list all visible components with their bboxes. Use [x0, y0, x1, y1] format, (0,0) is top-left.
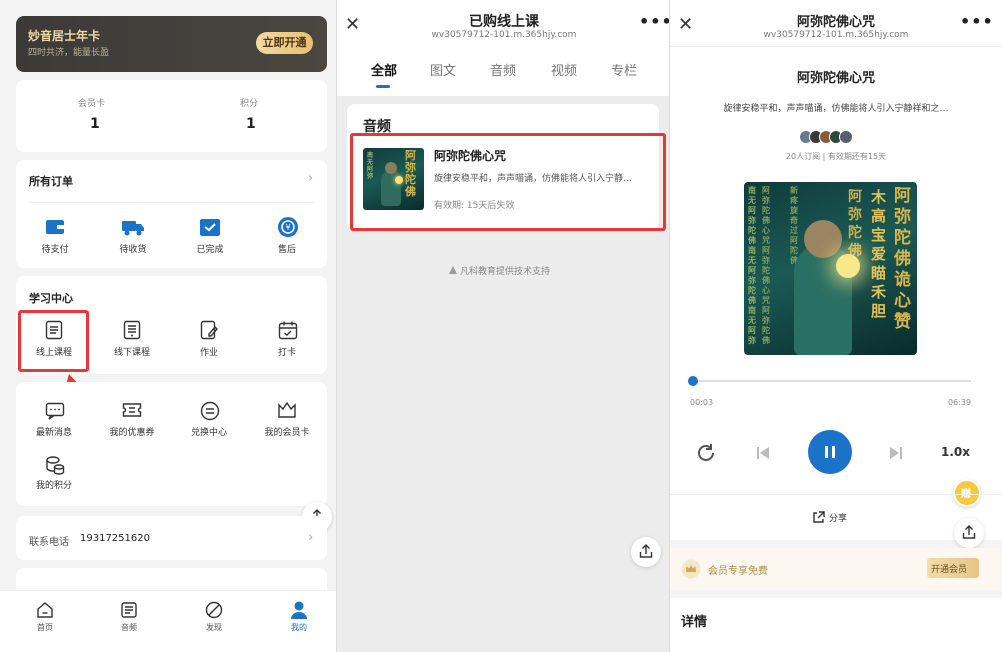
tool-messages[interactable]: 最新消息	[19, 425, 89, 438]
profile-icon[interactable]	[290, 600, 308, 620]
tool-points[interactable]: 我的积分	[19, 478, 89, 491]
message-icon[interactable]	[45, 402, 65, 420]
order-pending-payment[interactable]: 待支付	[20, 242, 90, 255]
share-icon[interactable]	[813, 511, 825, 523]
page-title: 已购线上课	[469, 14, 539, 30]
svg-text:¥: ¥	[285, 223, 290, 232]
share-button[interactable]: 分享	[829, 511, 847, 524]
tool-exchange[interactable]: 兑换中心	[174, 425, 244, 438]
previous-track-icon[interactable]	[755, 445, 771, 461]
order-pending-delivery[interactable]: 待收货	[98, 242, 168, 255]
progress-handle[interactable]	[687, 376, 698, 386]
brand-logo-icon	[449, 266, 457, 274]
learning-checkin[interactable]: 打卡	[252, 345, 322, 358]
track-description: 旋律安稳平和，声声喵诵，仿佛能将人引入宁静祥和之…	[723, 104, 949, 114]
tab-home[interactable]: 首页	[25, 622, 65, 633]
next-track-icon[interactable]	[888, 445, 904, 461]
contact-label: 联系电话	[29, 537, 69, 548]
page-url: wv30579712-101.m.365hjy.com	[763, 30, 909, 40]
tab-audio[interactable]: 音频	[109, 622, 149, 633]
share-upload-icon[interactable]	[961, 524, 977, 540]
stats-card	[16, 80, 327, 152]
tab-audio[interactable]: 音频	[490, 60, 516, 79]
tech-support-footer: 凡科教育提供技术支持	[460, 267, 551, 277]
bottom-tab-bar	[0, 590, 336, 652]
time-current: 00:03	[690, 398, 714, 407]
divider	[29, 202, 314, 203]
member-center-panel: 妙音居士年卡 四时共济，能量长盈 立即开通 会员卡 1 积分 1 所有订单 › …	[0, 0, 336, 652]
member-card-crown-icon[interactable]	[277, 401, 297, 419]
more-icon[interactable]: •••	[639, 12, 669, 31]
coupon-icon[interactable]	[122, 402, 142, 418]
orders-title[interactable]: 所有订单	[29, 173, 73, 189]
highlight-box	[18, 310, 89, 372]
learning-homework[interactable]: 作业	[174, 345, 244, 358]
offline-course-icon[interactable]	[123, 320, 141, 340]
chevron-right-icon[interactable]: ›	[308, 171, 313, 186]
tab-discover[interactable]: 发现	[194, 622, 234, 633]
divider	[670, 494, 1002, 495]
replay-icon[interactable]	[695, 442, 717, 464]
checkin-calendar-icon[interactable]	[278, 320, 298, 340]
order-after-sale[interactable]: 售后	[252, 242, 322, 255]
chevron-right-icon[interactable]: ›	[308, 530, 313, 545]
completed-box-icon[interactable]	[199, 217, 221, 237]
vip-open-button[interactable]: 立即开通	[256, 32, 313, 54]
homework-icon[interactable]	[200, 320, 218, 340]
stat-value-points[interactable]: 1	[246, 116, 256, 132]
order-completed[interactable]: 已完成	[175, 242, 245, 255]
tool-coupons[interactable]: 我的优惠券	[97, 425, 167, 438]
speed-button[interactable]: 1.0x	[941, 445, 970, 459]
vip-card-title: 妙音居士年卡	[28, 29, 101, 43]
page-title: 阿弥陀佛心咒	[796, 15, 875, 30]
track-cover: 阿弥陀佛诡心赞 木高宝爱瞄禾胆 阿弥陀佛 南无阿弥陀佛南无阿弥陀佛南无阿弥 阿弥…	[744, 182, 917, 355]
subscriber-avatars	[799, 130, 861, 144]
details-title: 详情	[681, 615, 708, 630]
crown-icon	[681, 559, 701, 579]
learning-center-title: 学习中心	[29, 292, 73, 305]
tab-column[interactable]: 专栏	[611, 60, 637, 79]
tab-graphic[interactable]: 图文	[430, 60, 456, 79]
contact-phone[interactable]: 19317251620	[80, 533, 150, 544]
vip-card-subtitle: 四时共济，能量长盈	[28, 48, 110, 58]
time-total: 06:39	[948, 398, 972, 407]
tool-member-card[interactable]: 我的会员卡	[252, 425, 322, 438]
track-title: 阿弥陀佛心咒	[796, 71, 875, 86]
tab-all[interactable]: 全部	[371, 60, 397, 79]
tab-video[interactable]: 视频	[551, 60, 577, 79]
earn-badge-label[interactable]: 赚	[961, 485, 971, 500]
divider	[670, 46, 1002, 47]
after-sale-icon[interactable]: ¥	[277, 216, 299, 238]
audio-player-panel: ✕ 阿弥陀佛心咒 wv30579712-101.m.365hjy.com •••…	[670, 0, 1002, 652]
truck-icon[interactable]	[121, 217, 145, 237]
stat-label-membercard: 会员卡	[78, 99, 106, 109]
highlight-box	[350, 133, 666, 231]
more-icon[interactable]: •••	[960, 12, 994, 31]
home-icon[interactable]	[36, 601, 54, 619]
open-member-label[interactable]: 开通会员	[931, 562, 967, 575]
exchange-icon[interactable]	[200, 401, 220, 421]
purchased-courses-panel: ✕ 已购线上课 wv30579712-101.m.365hjy.com ••• …	[336, 0, 670, 652]
wallet-icon[interactable]	[45, 217, 65, 237]
progress-track[interactable]	[690, 380, 971, 382]
stat-value-membercard[interactable]: 1	[90, 116, 100, 132]
discover-icon[interactable]	[205, 601, 223, 619]
details-section	[670, 598, 1002, 652]
track-meta: 20人订阅 | 有效期还有15天	[785, 152, 887, 161]
share-upload-icon[interactable]	[638, 543, 654, 559]
points-coins-icon[interactable]	[45, 455, 65, 475]
active-tab-indicator	[376, 85, 390, 88]
stat-label-points: 积分	[240, 99, 259, 109]
page-url: wv30579712-101.m.365hjy.com	[431, 30, 577, 40]
audio-list-icon[interactable]	[120, 601, 138, 619]
tab-mine[interactable]: 我的	[279, 622, 319, 633]
learning-offline-course[interactable]: 线下课程	[97, 345, 167, 358]
pause-icon[interactable]	[822, 444, 838, 460]
member-free-label: 会员专享免费	[708, 566, 768, 577]
